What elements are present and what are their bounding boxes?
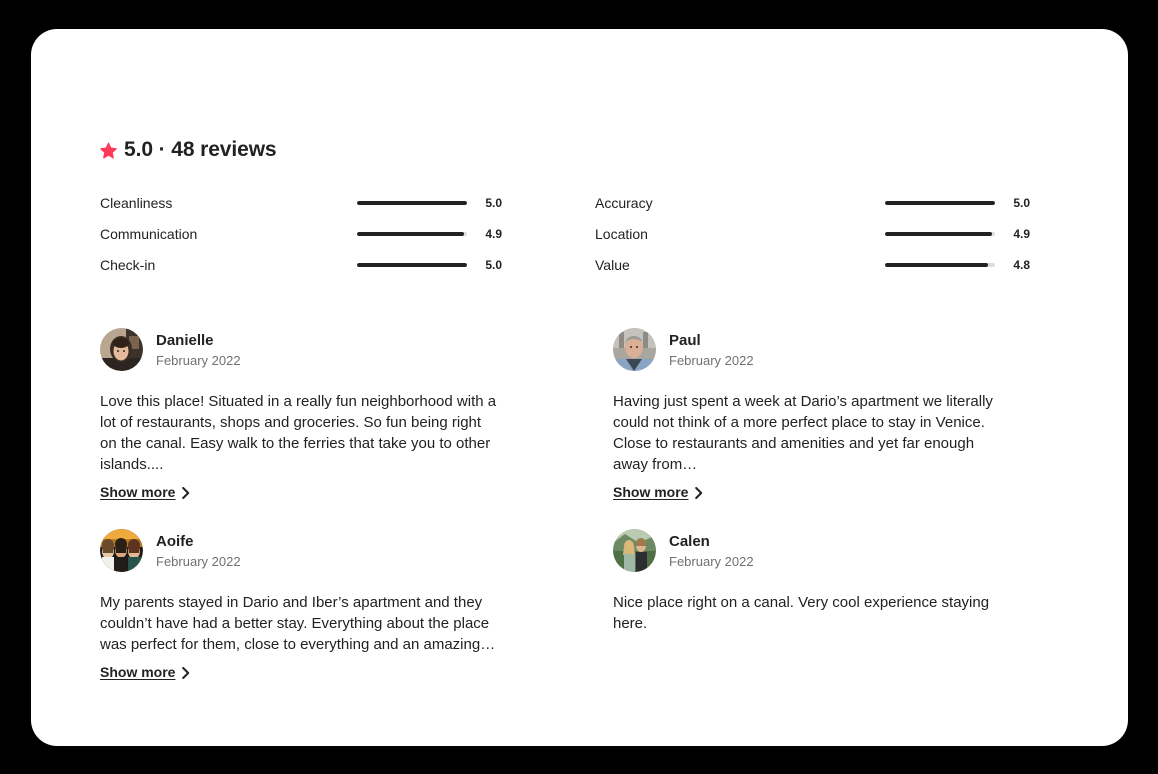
rating-bar-track <box>885 200 995 205</box>
review-date: February 2022 <box>669 553 754 569</box>
rating-meter: 4.8 <box>630 257 1030 273</box>
reviewer-name: Paul <box>669 331 701 349</box>
show-more-label: Show more <box>100 664 176 681</box>
reviewer-name: Aoife <box>156 532 194 550</box>
reviews-section: 5.0 · 48 reviews Cleanliness 5.0 Accurac… <box>100 138 1030 682</box>
rating-bar-fill <box>357 231 464 236</box>
rating-row-location: Location 4.9 <box>595 218 1030 249</box>
rating-bar-fill <box>357 200 467 205</box>
rating-value: 4.9 <box>485 226 502 241</box>
review-card: Danielle February 2022 Love this place! … <box>100 301 501 502</box>
show-more-button[interactable]: Show more <box>613 484 703 500</box>
review-card: Paul February 2022 Having just spent a w… <box>613 301 1014 502</box>
rating-row-checkin: Check-in 5.0 <box>100 249 502 280</box>
rating-label: Cleanliness <box>100 194 173 211</box>
show-more-label: Show more <box>100 484 176 501</box>
rating-bar-fill <box>885 262 989 267</box>
review-card: Aoife February 2022 My parents stayed in… <box>100 502 501 682</box>
review-header: Calen February 2022 <box>613 529 1014 573</box>
rating-value: 5.0 <box>485 195 502 210</box>
rating-label: Check-in <box>100 256 156 273</box>
review-text: My parents stayed in Dario and Iber’s ap… <box>100 594 496 654</box>
rating-value: 4.9 <box>1013 226 1030 241</box>
rating-bar-track <box>357 262 467 267</box>
chevron-right-icon <box>695 486 703 500</box>
rating-bar-track <box>885 231 995 236</box>
rating-bar-fill <box>357 262 467 267</box>
rating-row-accuracy: Accuracy 5.0 <box>595 187 1030 218</box>
show-more-button[interactable]: Show more <box>100 664 190 680</box>
page-root: 5.0 · 48 reviews Cleanliness 5.0 Accurac… <box>0 0 1158 774</box>
chevron-right-icon <box>182 486 190 500</box>
rating-bar-track <box>357 200 467 205</box>
reviewer-meta: Aoife February 2022 <box>156 532 241 570</box>
rating-label: Communication <box>100 225 198 242</box>
reviewer-meta: Paul February 2022 <box>669 331 754 369</box>
rating-row-communication: Communication 4.9 <box>100 218 502 249</box>
rating-bar-fill <box>885 200 995 205</box>
rating-meter: 5.0 <box>155 257 502 273</box>
reviewer-meta: Calen February 2022 <box>669 532 754 570</box>
rating-meter: 4.9 <box>648 226 1030 242</box>
star-icon <box>100 142 117 159</box>
reviewer-name: Danielle <box>156 331 214 349</box>
avatar[interactable] <box>100 529 143 573</box>
rating-bar-track <box>885 262 995 267</box>
show-more-label: Show more <box>613 484 689 501</box>
rating-meter: 4.9 <box>197 226 502 242</box>
rating-row-cleanliness: Cleanliness 5.0 <box>100 187 502 218</box>
review-text: Having just spent a week at Dario’s apar… <box>613 393 993 474</box>
avatar[interactable] <box>613 529 656 573</box>
review-card: Calen February 2022 Nice place right on … <box>613 502 1014 682</box>
review-date: February 2022 <box>156 553 241 569</box>
reviews-card: 5.0 · 48 reviews Cleanliness 5.0 Accurac… <box>31 29 1128 746</box>
rating-categories: Cleanliness 5.0 Accuracy 5.0 Communicati… <box>100 187 1030 280</box>
reviewer-name: Calen <box>669 532 710 550</box>
reviewer-meta: Danielle February 2022 <box>156 331 241 369</box>
rating-value: 5.0 <box>485 257 502 272</box>
rating-bar-fill <box>885 231 992 236</box>
review-text: Nice place right on a canal. Very cool e… <box>613 594 990 633</box>
rating-meter: 5.0 <box>172 195 502 211</box>
rating-label: Value <box>595 256 630 273</box>
review-header: Paul February 2022 <box>613 328 1014 372</box>
reviews-header: 5.0 · 48 reviews <box>100 138 1030 161</box>
review-text: Love this place! Situated in a really fu… <box>100 393 497 474</box>
review-date: February 2022 <box>669 352 754 368</box>
review-date: February 2022 <box>156 352 241 368</box>
rating-label: Accuracy <box>595 194 653 211</box>
rating-label: Location <box>595 225 648 242</box>
avatar[interactable] <box>613 328 656 372</box>
review-header: Aoife February 2022 <box>100 529 501 573</box>
rating-value: 5.0 <box>1013 195 1030 210</box>
review-header: Danielle February 2022 <box>100 328 501 372</box>
page-title: 5.0 · 48 reviews <box>124 138 277 161</box>
reviews-list: Danielle February 2022 Love this place! … <box>100 301 1030 682</box>
rating-value: 4.8 <box>1013 257 1030 272</box>
rating-row-value: Value 4.8 <box>595 249 1030 280</box>
chevron-right-icon <box>182 666 190 680</box>
rating-meter: 5.0 <box>653 195 1030 211</box>
rating-bar-track <box>357 231 467 236</box>
show-more-button[interactable]: Show more <box>100 484 190 500</box>
avatar[interactable] <box>100 328 143 372</box>
